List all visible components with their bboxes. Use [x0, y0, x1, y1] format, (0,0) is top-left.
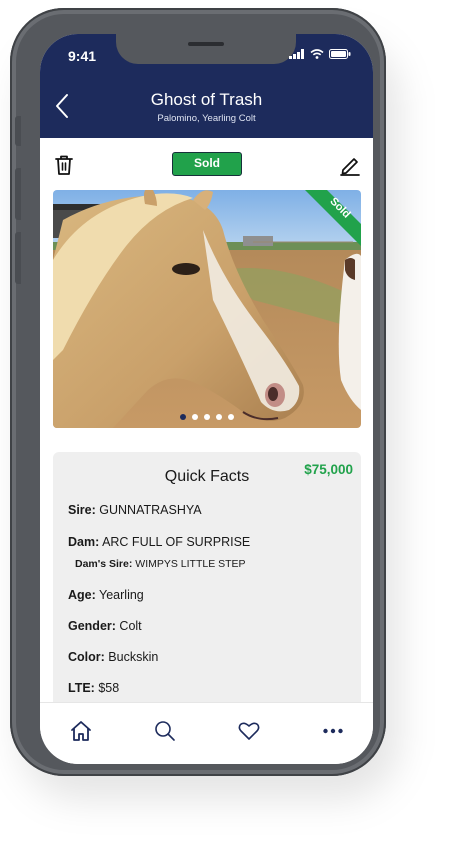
quick-facts-card: Quick Facts $75,000 Sire: GUNNATRASHYA D… [53, 452, 361, 712]
speaker [188, 42, 224, 46]
search-icon [155, 721, 175, 741]
nav-search[interactable] [151, 717, 179, 745]
fact-label: Sire: [68, 503, 96, 517]
fact-label: Gender: [68, 619, 116, 633]
notch [116, 34, 296, 64]
nav-more[interactable] [319, 717, 347, 745]
phone-frame: 9:41 Ghost of Trash Palomino, Yearling C… [10, 8, 386, 776]
edit-icon[interactable] [339, 154, 361, 176]
carousel-dot[interactable] [192, 414, 198, 420]
page-subtitle: Palomino, Yearling Colt [157, 113, 256, 124]
trash-icon[interactable] [54, 154, 74, 176]
volume-down-button [15, 232, 21, 284]
nav-home[interactable] [67, 717, 95, 745]
fact-value: Yearling [99, 588, 144, 602]
fact-color: Color: Buckskin [68, 650, 158, 664]
fact-label: Dam's Sire: [75, 558, 133, 570]
fact-sire: Sire: GUNNATRASHYA [68, 503, 202, 517]
home-icon [71, 721, 91, 741]
page-title: Ghost of Trash [150, 90, 263, 109]
app-header: 9:41 Ghost of Trash Palomino, Yearling C… [40, 34, 373, 138]
wifi-icon [310, 49, 324, 59]
screen: 9:41 Ghost of Trash Palomino, Yearling C… [40, 34, 373, 764]
volume-up-button [15, 168, 21, 220]
carousel-dot[interactable] [204, 414, 210, 420]
fact-dams-sire: Dam's Sire: WIMPYS LITTLE STEP [75, 558, 246, 570]
fact-label: Color: [68, 650, 105, 664]
fact-label: LTE: [68, 681, 95, 695]
fact-value: Buckskin [108, 650, 159, 664]
status-time: 9:41 [68, 48, 97, 64]
carousel-dot[interactable] [228, 414, 234, 420]
status-badge: Sold [172, 152, 242, 176]
fact-value: ARC FULL OF SURPRISE [102, 535, 251, 549]
price-label: $75,000 [304, 462, 353, 477]
fact-value: Colt [119, 619, 142, 633]
fact-lte: LTE: $58 [68, 681, 119, 695]
fact-label: Dam: [68, 535, 100, 549]
battery-icon [329, 49, 351, 59]
more-icon [323, 728, 343, 734]
fact-label: Age: [68, 588, 96, 602]
fact-value: GUNNATRASHYA [99, 503, 202, 517]
heart-icon [238, 722, 260, 740]
nav-favorites[interactable] [235, 717, 263, 745]
mute-switch [15, 116, 21, 146]
status-icons [289, 49, 351, 59]
horse-photo [53, 190, 361, 428]
horse-photo-carousel[interactable]: Sold [53, 190, 361, 428]
fact-dam: Dam: ARC FULL OF SURPRISE [68, 535, 250, 549]
bottom-nav [40, 702, 373, 764]
fact-age: Age: Yearling [68, 588, 144, 602]
carousel-dot[interactable] [180, 414, 186, 420]
fact-gender: Gender: Colt [68, 619, 142, 633]
fact-value: $58 [98, 681, 120, 695]
signal-icon [289, 49, 304, 59]
carousel-dot[interactable] [216, 414, 222, 420]
carousel-dots [53, 414, 361, 420]
listing-toolbar: Sold [40, 138, 373, 190]
fact-value: WIMPYS LITTLE STEP [135, 558, 246, 570]
